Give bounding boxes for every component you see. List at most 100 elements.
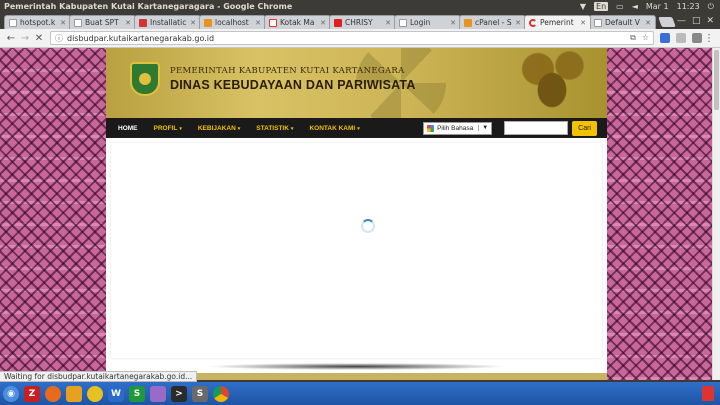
page-icon [9,18,17,27]
caret-down-icon: ▾ [179,125,182,132]
browser-tab[interactable]: Buat SPT ✕ [69,15,136,29]
caret-down-icon: ▾ [237,125,241,132]
wifi-icon[interactable]: ▼ [580,2,586,11]
os-top-panel: Pemerintah Kabupaten Kutai Kartanegaraga… [0,0,720,13]
volume-icon[interactable]: ◄ [632,2,638,11]
browser-tab[interactable]: CHRISY ✕ [329,15,396,29]
mascot-statue-icon [517,48,587,118]
scrollbar[interactable] [712,48,720,380]
cpanel-icon [464,18,472,27]
writer-icon[interactable]: W [108,385,124,402]
browser-tab[interactable]: Login ✕ [394,15,461,29]
menu-icon[interactable]: ⋮ [702,31,716,45]
dropdown-arrow-icon: ▼ [478,125,488,131]
maximize-icon[interactable]: □ [692,16,701,26]
url-text[interactable]: disbudpar.kutaikartanegarakab.go.id [67,34,214,43]
battery-icon[interactable]: ▭ [616,2,624,11]
youtube-icon [334,18,342,27]
google-translate-icon [427,124,435,132]
terminal-icon[interactable] [150,385,166,402]
site-navbar: HOME PROFIL ▾ KEBIJAKAN ▾ STATISTIK ▾ KONTA… [106,118,607,138]
taskbar: ◉ Z W S > S [0,382,720,405]
start-menu-icon[interactable]: ◉ [3,385,19,402]
browser-tab[interactable]: hotspot.k ✕ [4,15,71,29]
window-controls: — □ ✕ [677,16,720,26]
site-title-line2: DINAS KEBUDAYAAN DAN PARIWISATA [170,78,416,92]
browser-tab[interactable]: Default V ✕ [589,15,656,29]
close-icon[interactable]: ✕ [60,19,66,27]
address-bar[interactable]: ⓘ disbudpar.kutaikartanegarakab.go.id ⧉ … [50,31,654,45]
close-icon[interactable]: ✕ [645,19,651,27]
browser-tab-active[interactable]: Pemerint ✕ [524,15,591,29]
stop-icon[interactable]: ✕ [32,31,46,45]
calc-icon[interactable]: S [129,385,145,402]
nav-kebijakan[interactable]: KEBIJAKAN ▾ [198,125,240,132]
nav-statistik[interactable]: STATISTIK ▾ [256,125,293,132]
main-content [111,143,602,358]
loading-icon [529,18,537,27]
chrome-icon[interactable] [213,385,229,402]
back-icon[interactable]: ← [4,31,18,45]
translate-page-icon[interactable]: ⧉ [630,33,636,43]
browser-tab[interactable]: cPanel - S ✕ [459,15,526,29]
extension-icon[interactable] [676,33,686,43]
window-title: Pemerintah Kabupaten Kutai Kartanegaraga… [4,2,293,11]
close-icon[interactable]: ✕ [450,19,456,27]
language-select[interactable]: Pilih Bahasa ▼ [423,121,493,135]
close-icon[interactable]: ✕ [320,19,326,27]
system-tray: ▼ En ▭ ◄ Mar 1 11:23 ⏻ [580,2,720,12]
site-icon [204,18,212,27]
chromium-icon[interactable] [87,385,103,402]
page-icon [399,18,407,27]
filezilla-icon[interactable]: Z [24,385,40,402]
close-icon[interactable]: ✕ [125,19,131,27]
clock[interactable]: 11:23 [677,2,700,11]
site-icon [139,18,147,27]
caret-down-icon: ▾ [357,125,360,132]
site-title: PEMERINTAH KABUPATEN KUTAI KARTANEGARA D… [170,66,416,92]
nav-home[interactable]: HOME [118,125,138,132]
close-icon[interactable]: ✕ [385,19,391,27]
caret-down-icon: ▾ [290,125,294,132]
site-title-line1: PEMERINTAH KABUPATEN KUTAI KARTANEGARA [170,66,405,76]
status-bubble: Waiting for disbudpar.kutaikartanegaraka… [0,371,198,382]
forward-icon[interactable]: → [18,31,32,45]
browser-tab[interactable]: Kotak Ma ✕ [264,15,331,29]
loading-spinner-icon [361,219,375,233]
page-icon [74,18,82,27]
browser-tab[interactable]: localhost ✕ [199,15,266,29]
close-icon[interactable]: ✕ [255,19,261,27]
nav-kontak[interactable]: KONTAK KAMI ▾ [309,125,359,132]
new-tab-button[interactable] [658,17,676,27]
site-banner: PEMERINTAH KABUPATEN KUTAI KARTANEGARA D… [106,48,607,118]
trash-icon[interactable] [702,386,714,401]
browser-toolbar: ← → ✕ ⓘ disbudpar.kutaikartanegarakab.go… [0,29,720,48]
files-icon[interactable] [66,385,82,402]
close-icon[interactable]: ✕ [580,19,586,27]
tab-strip: hotspot.k ✕ Buat SPT ✕ Installatic ✕ localh… [0,13,720,29]
close-icon[interactable]: ✕ [515,19,521,27]
regency-logo[interactable] [130,62,160,96]
firefox-icon[interactable] [45,385,61,402]
search-button[interactable]: Cari [572,120,597,136]
scrollbar-thumb[interactable] [714,50,719,110]
date[interactable]: Mar 1 [646,2,669,11]
site-container: PEMERINTAH KABUPATEN KUTAI KARTANEGARA D… [106,48,607,380]
close-icon[interactable]: ✕ [190,19,196,27]
page-icon [594,18,602,27]
close-window-icon[interactable]: ✕ [706,16,714,26]
shell-icon[interactable]: > [171,385,187,402]
browser-tab[interactable]: Installatic ✕ [134,15,201,29]
power-icon[interactable]: ⏻ [708,2,714,12]
sublime-icon[interactable]: S [192,385,208,402]
keyboard-layout[interactable]: En [594,2,609,11]
search-input[interactable] [504,121,569,135]
minimize-icon[interactable]: — [677,16,686,26]
bookmark-star-icon[interactable]: ☆ [642,33,649,43]
extension-icon[interactable] [660,33,670,43]
page-background: PEMERINTAH KABUPATEN KUTAI KARTANEGARA D… [0,48,712,380]
extension-icon[interactable] [692,33,702,43]
nav-profil[interactable]: PROFIL ▾ [154,125,182,132]
info-icon[interactable]: ⓘ [55,33,63,44]
gmail-icon [269,18,277,27]
